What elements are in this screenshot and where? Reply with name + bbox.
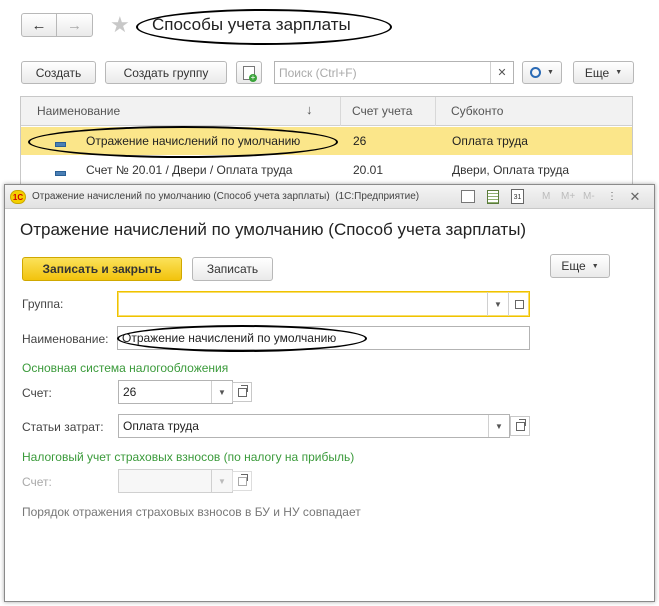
row-subconto: Оплата труда: [452, 134, 528, 148]
section-main-tax-system: Основная система налогообложения: [22, 361, 229, 375]
app-logo-icon: 1С: [10, 190, 26, 204]
search-input[interactable]: Поиск (Ctrl+F) ✕: [274, 61, 514, 84]
form-heading: Отражение начислений по умолчанию (Спосо…: [20, 220, 527, 239]
list-window: ← → ★ Способы учета зарплаты Создать Соз…: [0, 0, 659, 190]
column-header-account[interactable]: Счет учета: [341, 97, 436, 126]
more-button[interactable]: Еще ▼: [573, 61, 634, 84]
clear-icon[interactable]: ✕: [490, 62, 513, 83]
window-menu-icon[interactable]: ⋮: [605, 189, 619, 205]
memory-minus-icon[interactable]: M-: [583, 191, 595, 202]
open-icon: [515, 418, 526, 431]
table-row[interactable]: Счет № 20.01 / Двери / Оплата труда 20.0…: [21, 156, 632, 184]
sort-arrow-icon: ↓: [306, 102, 313, 117]
account2-field[interactable]: ▼: [118, 469, 233, 493]
costs-label: Статьи затрат:: [22, 420, 104, 434]
row-name: Счет № 20.01 / Двери / Оплата труда: [86, 163, 293, 177]
back-button[interactable]: ←: [21, 13, 57, 37]
name-label: Наименование:: [22, 332, 109, 346]
column-header-subconto[interactable]: Субконто: [436, 97, 632, 126]
form-window: 1С Отражение начислений по умолчанию (Сп…: [4, 184, 655, 602]
search-button[interactable]: ▼: [522, 61, 562, 84]
dropdown-arrow-icon[interactable]: ▼: [211, 470, 232, 492]
account2-open-button[interactable]: [232, 471, 252, 491]
dropdown-arrow-icon[interactable]: ▼: [488, 415, 509, 437]
row-subconto: Двери, Оплата труда: [452, 163, 570, 177]
calculator-icon[interactable]: [487, 190, 499, 204]
arrow-right-icon: →: [67, 16, 82, 34]
dropdown-arrow-icon[interactable]: ▼: [487, 292, 508, 316]
add-document-button[interactable]: +: [236, 61, 262, 84]
window-title: Отражение начислений по умолчанию (Спосо…: [32, 191, 420, 202]
document-plus-icon: +: [243, 65, 257, 82]
column-header-name[interactable]: Наименование ↓: [21, 97, 341, 126]
group-label: Группа:: [22, 297, 64, 311]
memory-icon[interactable]: M: [542, 191, 550, 202]
account-open-button[interactable]: [232, 382, 252, 402]
account-field[interactable]: 26 ▼: [118, 380, 233, 404]
save-and-close-button[interactable]: Записать и закрыть: [22, 257, 182, 281]
row-highlight-ellipse: [28, 126, 338, 158]
window-titlebar: 1С Отражение начислений по умолчанию (Сп…: [5, 185, 654, 209]
insurance-note: Порядок отражения страховых взносов в БУ…: [22, 505, 361, 519]
create-button[interactable]: Создать: [21, 61, 96, 84]
name-highlight-ellipse: [117, 325, 367, 352]
star-icon[interactable]: ★: [110, 11, 130, 39]
forward-button[interactable]: →: [56, 13, 93, 37]
page-title: Способы учета зарплаты: [152, 15, 351, 34]
row-account: 20.01: [353, 163, 384, 177]
form-more-button[interactable]: Еще ▼: [550, 254, 610, 278]
chevron-down-icon: ▼: [615, 69, 623, 76]
save-button[interactable]: Записать: [192, 257, 273, 281]
calendar-icon[interactable]: 31: [511, 189, 524, 204]
chevron-down-icon: ▼: [547, 69, 554, 76]
open-icon: [237, 473, 248, 486]
item-icon: [55, 171, 66, 177]
arrow-left-icon: ←: [31, 16, 47, 34]
group-field[interactable]: ▼: [117, 291, 530, 317]
print-icon[interactable]: [461, 190, 475, 203]
row-account: 26: [353, 134, 367, 148]
account-label: Счет:: [22, 386, 52, 400]
search-placeholder: Поиск (Ctrl+F): [279, 65, 357, 80]
open-icon[interactable]: [508, 292, 529, 316]
chevron-down-icon: ▼: [591, 262, 599, 270]
create-group-button[interactable]: Создать группу: [105, 61, 227, 84]
memory-plus-icon[interactable]: M+: [561, 191, 575, 202]
open-icon: [237, 384, 248, 397]
close-icon[interactable]: ✕: [625, 188, 645, 206]
costs-field[interactable]: Оплата труда ▼: [118, 414, 510, 438]
costs-open-button[interactable]: [510, 416, 530, 436]
account2-label: Счет:: [22, 475, 52, 489]
search-icon: [530, 67, 542, 78]
dropdown-arrow-icon[interactable]: ▼: [211, 381, 232, 403]
table-header: Наименование ↓ Счет учета Субконто: [21, 97, 632, 126]
section-insurance-tax: Налоговый учет страховых взносов (по нал…: [22, 450, 355, 464]
